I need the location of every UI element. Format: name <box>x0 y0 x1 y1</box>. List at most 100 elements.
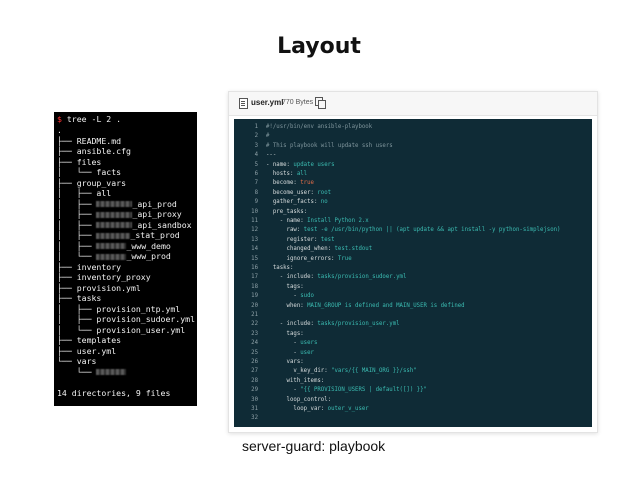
code-token: when: <box>266 302 308 309</box>
tree-line: ├── files <box>57 156 102 167</box>
file-icon <box>239 98 248 109</box>
tree-text-suffix: _www_demo <box>126 240 171 251</box>
line-number[interactable]: 13 <box>234 236 258 245</box>
tree-line: ├── tasks <box>57 294 101 303</box>
line-number[interactable]: 6 <box>234 170 258 179</box>
file-size: 770 Bytes <box>282 99 314 106</box>
code-line: 22 - include: tasks/provision_user.yml <box>234 320 592 329</box>
code-line: 5 - name: update users <box>234 161 592 170</box>
tree-text: ├── files <box>57 156 102 167</box>
terminal-command-line: $ tree -L 2 . <box>57 115 121 124</box>
file-header: user.yml 770 Bytes <box>229 92 597 116</box>
line-number[interactable]: 3 <box>234 142 258 151</box>
code-line: 20 when: MAIN_GROUP is defined and MAIN_… <box>234 302 592 311</box>
tree-text: │ ├── <box>57 209 97 219</box>
line-number[interactable]: 5 <box>234 161 258 170</box>
line-number[interactable]: 2 <box>234 132 258 141</box>
line-number[interactable]: 30 <box>234 396 258 405</box>
line-number[interactable]: 19 <box>234 292 258 301</box>
code-line: 25 - user <box>234 349 592 358</box>
code-line: 3 # This playbook will update ssh users <box>234 142 592 151</box>
tree-line: ├── provision.yml <box>57 283 141 293</box>
file-name[interactable]: user.yml <box>251 98 283 107</box>
tree-line: ├── templates <box>57 336 121 345</box>
line-number[interactable]: 15 <box>234 255 258 264</box>
tree-text: ├── inventory_proxy <box>57 272 151 282</box>
line-number[interactable]: 20 <box>234 302 258 311</box>
line-number[interactable]: 17 <box>234 273 258 282</box>
tree-line: │ ├── all <box>57 189 111 198</box>
line-number[interactable]: 22 <box>234 320 258 329</box>
code-token: root <box>317 189 332 196</box>
code-token: become_user: <box>266 189 318 196</box>
line-number[interactable]: 26 <box>234 358 258 367</box>
code-token: tasks/provision_sudoer.yml <box>317 274 407 281</box>
line-number[interactable]: 18 <box>234 283 258 292</box>
code-line: 13 register: test <box>234 236 592 245</box>
line-number[interactable]: 11 <box>234 217 258 226</box>
code-line: 18 tags: <box>234 283 592 292</box>
code-token: - <box>266 387 301 394</box>
tree-text-suffix: _api_sandbox <box>132 219 192 230</box>
line-number[interactable]: 28 <box>234 377 258 386</box>
code-token: raw: <box>266 227 304 234</box>
code-token: - name: <box>266 161 294 168</box>
line-number[interactable]: 32 <box>234 414 258 423</box>
code-token: all <box>296 171 308 177</box>
code-token: with_items: <box>266 377 325 384</box>
code-token: register: <box>266 236 321 243</box>
tree-text: │ ├── all <box>57 188 112 198</box>
code-line: 27 v_key_dir: "vars/{{ MAIN_ORG }}/ssh" <box>234 367 592 376</box>
tree-line: │ ├── _stat_prod <box>57 231 180 240</box>
tree-line: │ ├── _api_sandbox <box>57 219 192 230</box>
tree-text: ├── user.yml <box>57 345 117 356</box>
slide-title: Layout <box>277 34 361 59</box>
tree-line: ├── inventory <box>57 261 122 272</box>
line-number[interactable]: 21 <box>234 311 258 320</box>
tree-line: ├── group_vars <box>57 178 126 188</box>
tree-text: ├── inventory <box>57 261 122 272</box>
tree-line: └── vars <box>57 357 96 366</box>
code-token: Install Python 2.x <box>307 218 369 224</box>
tree-text: ├── ansible.cfg <box>57 146 131 156</box>
tree-line: ├── ansible.cfg <box>57 147 131 156</box>
line-number[interactable]: 24 <box>234 339 258 348</box>
line-number[interactable]: 27 <box>234 367 258 376</box>
code-line: 8 become_user: root <box>234 189 592 198</box>
line-number[interactable]: 12 <box>234 226 258 235</box>
line-number[interactable]: 16 <box>234 264 258 273</box>
code-token: - name: <box>266 218 308 224</box>
line-number[interactable]: 25 <box>234 349 258 358</box>
line-number[interactable]: 7 <box>234 179 258 188</box>
line-number[interactable]: 29 <box>234 386 258 395</box>
copy-icon[interactable] <box>315 97 326 109</box>
line-number[interactable]: 4 <box>234 151 258 160</box>
code-block: 1 #!/usr/bin/env ansible-playbook 2 #3 # Thi… <box>234 119 592 427</box>
file-viewer-panel: user.yml 770 Bytes 1 #!/usr/bin/env ansib… <box>228 91 598 433</box>
code-token: --- <box>266 152 277 159</box>
code-token: user <box>300 349 314 356</box>
line-number[interactable]: 14 <box>234 245 258 254</box>
line-number[interactable]: 1 <box>234 123 258 132</box>
code-token: loop_control: <box>266 396 332 403</box>
slide-caption: server-guard: playbook <box>242 438 386 454</box>
code-token: v_key_dir: <box>266 368 332 375</box>
code-token: #!/usr/bin/env ansible-playbook <box>266 124 373 130</box>
tree-text: │ ├── <box>57 198 97 209</box>
code-line: 10 pre_tasks: <box>234 208 592 217</box>
tree-text: ├── README.md <box>57 135 122 146</box>
code-line: 30 loop_control: <box>234 396 592 405</box>
line-number[interactable]: 8 <box>234 189 258 198</box>
tree-text: └── <box>57 366 97 377</box>
code-token: changed_when: <box>266 246 335 253</box>
line-number[interactable]: 23 <box>234 330 258 339</box>
code-token: no <box>320 199 328 206</box>
line-number[interactable]: 9 <box>234 198 258 207</box>
code-token: MAIN_GROUP is defined and MAIN_USER is d… <box>307 302 465 309</box>
code-line: 16 tasks: <box>234 264 592 273</box>
tree-line: ├── README.md <box>57 135 122 146</box>
code-token: True <box>337 255 352 262</box>
code-token: - include: <box>266 274 318 281</box>
line-number[interactable]: 10 <box>234 208 258 217</box>
line-number[interactable]: 31 <box>234 405 258 414</box>
